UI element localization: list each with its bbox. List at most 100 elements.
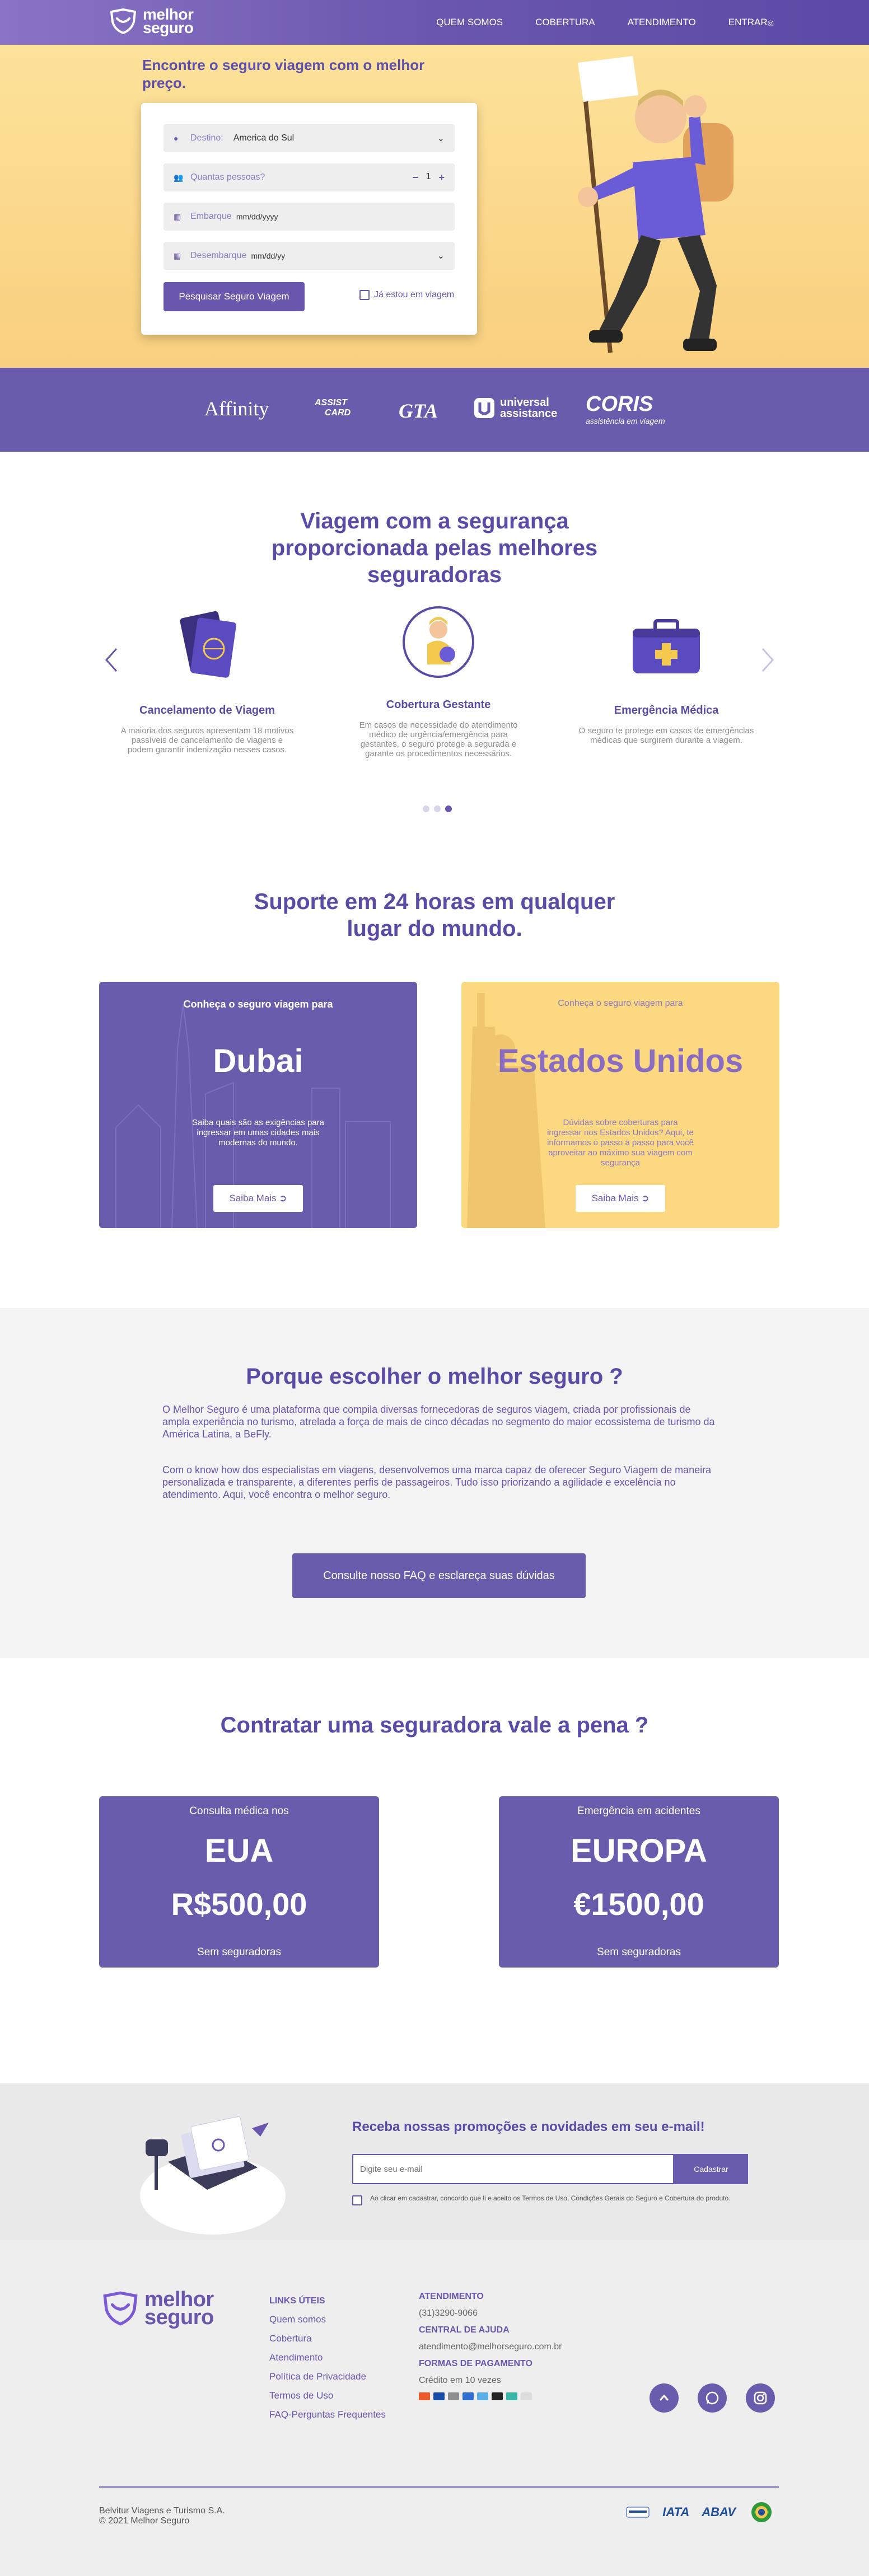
footer-links: LINKS ÚTEIS Quem somos Cobertura Atendim… — [269, 2296, 386, 2420]
chevron-down-icon: ⌄ — [437, 134, 445, 143]
return-placeholder: mm/dd/yy — [251, 251, 286, 260]
search-insurance-button[interactable]: Pesquisar Seguro Viagem — [163, 282, 305, 311]
feature-desc: A maioria dos seguros apresentam 18 moti… — [120, 726, 294, 755]
departure-date-field[interactable]: ▦ Embarque mm/dd/yyyy — [163, 203, 455, 231]
people-field[interactable]: 👥 Quantas pessoas? − 1 + — [163, 163, 455, 191]
plus-button[interactable]: + — [438, 172, 445, 184]
chevron-up-icon — [659, 2394, 669, 2401]
feature-title: Cancelamento de Viagem — [139, 704, 275, 716]
feature-card-cancelamento: Cancelamento de Viagem A maioria dos seg… — [118, 608, 297, 755]
nav-atendimento[interactable]: ATENDIMENTO — [628, 17, 696, 28]
return-date-field[interactable]: ▦ Desembarque mm/dd/yy ⌄ — [163, 242, 455, 270]
coverage-title: Viagem com a segurança proporcionada pel… — [271, 509, 598, 587]
people-icon: 👥 — [174, 172, 184, 182]
footer-logo[interactable]: melhor seguro — [102, 2289, 214, 2328]
carousel-dot[interactable] — [434, 805, 441, 812]
social-links — [650, 2383, 775, 2413]
email-laptop-illustration — [140, 2116, 286, 2235]
price-value: R$500,00 — [171, 1886, 307, 1922]
pix-icon — [506, 2392, 517, 2400]
hipercard-icon — [492, 2392, 503, 2400]
hero-section: Encontre o seguro viagem com o melhor pr… — [0, 45, 869, 368]
price-value: €1500,00 — [573, 1886, 704, 1922]
footer-link-atendimento[interactable]: Atendimento — [269, 2352, 386, 2363]
nav-quem-somos[interactable]: QUEM SOMOS — [436, 17, 503, 28]
why-paragraph-1: O Melhor Seguro é uma plataforma que com… — [162, 1404, 715, 1440]
passport-icon — [180, 611, 236, 678]
dubai-city: Dubai — [213, 1043, 303, 1079]
coverage-section: Viagem com a segurança proporcionada pel… — [0, 452, 869, 866]
worth-section: Contratar uma seguradora vale a pena ? C… — [0, 1658, 869, 2083]
atendimento-title: ATENDIMENTO — [419, 2292, 484, 2301]
elo-icon — [477, 2392, 488, 2400]
already-traveling-label: Já estou em viagem — [374, 290, 455, 299]
site-logo[interactable]: melhor seguro — [109, 6, 194, 36]
footer-link-faq[interactable]: FAQ-Perguntas Frequentes — [269, 2409, 386, 2420]
dubai-saiba-mais-button[interactable]: Saiba Mais ➲ — [213, 1185, 303, 1212]
departure-label: Embarque — [190, 212, 232, 221]
carousel-dot[interactable] — [423, 805, 429, 812]
affinity-logo: Affinity — [204, 397, 269, 420]
worth-title: Contratar uma seguradora vale a pena ? — [220, 1713, 649, 1737]
already-traveling-checkbox[interactable]: Já estou em viagem — [359, 290, 454, 300]
faq-button[interactable]: Consulte nosso FAQ e esclareça suas dúvi… — [292, 1553, 586, 1598]
destination-value: America do Sul — [233, 133, 295, 143]
feature-desc: O seguro te protege em casos de emergênc… — [578, 726, 754, 745]
calendar-icon: ▦ — [174, 212, 181, 221]
newsletter-consent: Ao clicar em cadastrar, concordo que li … — [352, 2194, 751, 2205]
footer-divider — [99, 2486, 779, 2488]
why-section: Porque escolher o melhor seguro ? O Melh… — [0, 1308, 869, 1658]
footer-link-cobertura[interactable]: Cobertura — [269, 2333, 386, 2344]
universal-assistance-logo: universal assistance — [473, 397, 557, 419]
diners-icon — [448, 2392, 459, 2400]
coris-logo: CORIS assistência em viagem — [586, 392, 665, 425]
whatsapp-icon — [706, 2391, 719, 2405]
checkbox[interactable] — [359, 290, 370, 300]
support-section: Suporte em 24 horas em qualquer lugar do… — [0, 866, 869, 1308]
shield-logo-icon — [103, 2291, 138, 2326]
footer-link-quem-somos[interactable]: Quem somos — [269, 2314, 386, 2325]
usa-kicker: Conheça o seguro viagem para — [558, 999, 683, 1008]
company-name: Belvitur Viagens e Turismo S.A. — [99, 2506, 225, 2516]
nav-entrar[interactable]: ENTRAR◎ — [728, 17, 774, 28]
support-email[interactable]: atendimento@melhorseguro.com.br — [419, 2342, 562, 2352]
destination-select[interactable]: ● Destino: America do Sul ⌄ — [163, 124, 455, 152]
minus-button[interactable]: − — [412, 172, 418, 184]
instagram-icon — [754, 2391, 767, 2405]
people-label: Quantas pessoas? — [190, 172, 265, 182]
calendar-icon: ▦ — [174, 251, 181, 260]
newsletter-email-input[interactable] — [352, 2154, 674, 2184]
social-up-button[interactable] — [650, 2383, 679, 2413]
newsletter-submit-button[interactable]: Cadastrar — [674, 2154, 748, 2184]
payment-value: Crédito em 10 vezes — [419, 2376, 501, 2385]
pregnant-woman-icon — [403, 606, 474, 678]
login-circle-icon: ◎ — [767, 18, 774, 27]
site-header: melhor seguro QUEM SOMOS COBERTURA ATEND… — [0, 0, 869, 45]
carousel-dot-active[interactable] — [445, 805, 452, 812]
carousel-dots — [423, 805, 452, 812]
logo-text: melhor seguro — [143, 6, 194, 36]
mastercard-icon — [419, 2392, 430, 2400]
footer-link-privacidade[interactable]: Política de Privacidade — [269, 2371, 386, 2382]
assist-card-logo: ASSIST CARD — [315, 398, 351, 418]
card-icon — [521, 2392, 532, 2400]
phone-number[interactable]: (31)3290-9066 — [419, 2308, 562, 2319]
instagram-button[interactable] — [746, 2383, 775, 2413]
usa-city: Estados Unidos — [497, 1043, 744, 1079]
payment-methods — [419, 2392, 562, 2400]
departure-placeholder: mm/dd/yyyy — [236, 212, 278, 221]
links-title: LINKS ÚTEIS — [269, 2296, 325, 2306]
footer-link-termos[interactable]: Termos de Uso — [269, 2390, 386, 2401]
usa-saiba-mais-button[interactable]: Saiba Mais ➲ — [576, 1185, 665, 1212]
dubai-kicker: Conheça o seguro viagem para — [183, 999, 333, 1010]
carousel-next-icon[interactable] — [756, 643, 778, 677]
whatsapp-button[interactable] — [698, 2383, 727, 2413]
price-region: EUROPA — [571, 1833, 707, 1869]
abav-badge: ABAV — [702, 2505, 736, 2519]
consent-checkbox[interactable] — [352, 2195, 362, 2205]
location-pin-icon: ● — [174, 134, 179, 143]
arrow-circle-icon: ➲ — [279, 1193, 287, 1203]
dubai-desc: Saiba quais são as exigências para ingre… — [192, 1118, 324, 1148]
nav-cobertura[interactable]: COBERTURA — [535, 17, 595, 28]
copyright: © 2021 Melhor Seguro — [99, 2516, 190, 2526]
